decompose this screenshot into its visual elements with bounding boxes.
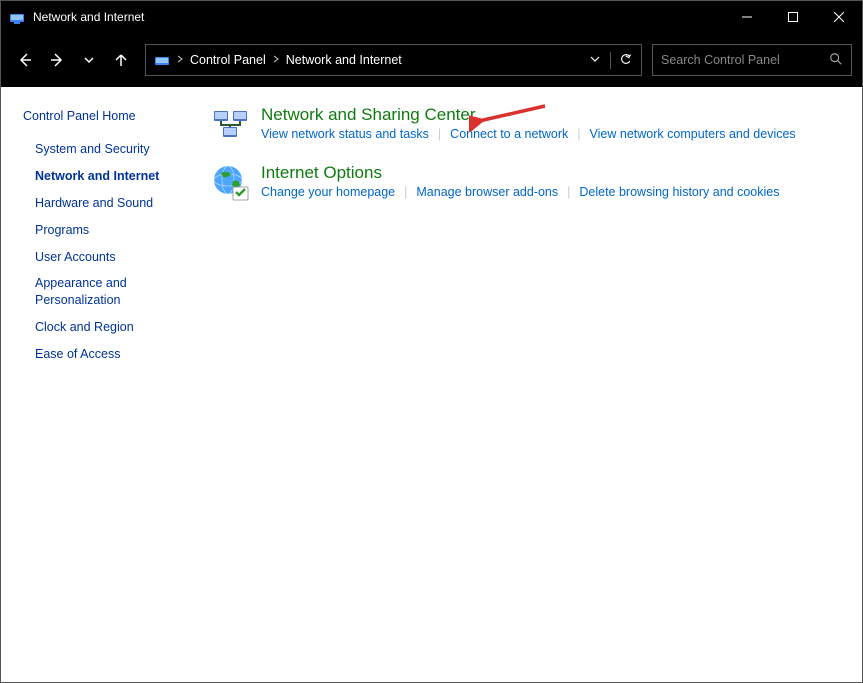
category-internet-options: Internet Options Change your homepage | … — [211, 163, 838, 203]
search-input[interactable] — [661, 53, 829, 67]
network-sharing-center-link[interactable]: Network and Sharing Center — [261, 105, 838, 125]
delete-history-link[interactable]: Delete browsing history and cookies — [579, 185, 779, 199]
sidebar-item-ease-of-access[interactable]: Ease of Access — [23, 346, 203, 363]
search-icon[interactable] — [829, 52, 843, 69]
main-panel: Network and Sharing Center View network … — [211, 87, 862, 682]
breadcrumb-current[interactable]: Network and Internet — [286, 53, 402, 67]
chevron-right-icon[interactable] — [176, 55, 184, 66]
internet-options-link[interactable]: Internet Options — [261, 163, 838, 183]
breadcrumb-root[interactable]: Control Panel — [190, 53, 266, 67]
sidebar-item-user-accounts[interactable]: User Accounts — [23, 249, 203, 266]
content-area: Control Panel Home System and Security N… — [1, 87, 862, 682]
separator: | — [438, 127, 441, 141]
sidebar-item-hardware-sound[interactable]: Hardware and Sound — [23, 195, 203, 212]
close-button[interactable] — [816, 1, 862, 33]
sidebar-item-network-internet[interactable]: Network and Internet — [23, 168, 203, 185]
forward-button[interactable] — [43, 46, 71, 74]
title-bar: Network and Internet — [1, 1, 862, 33]
category-network-sharing: Network and Sharing Center View network … — [211, 105, 838, 145]
sidebar: Control Panel Home System and Security N… — [1, 87, 211, 682]
separator: | — [567, 185, 570, 199]
sidebar-item-programs[interactable]: Programs — [23, 222, 203, 239]
manage-addons-link[interactable]: Manage browser add-ons — [416, 185, 558, 199]
sidebar-item-appearance-personalization[interactable]: Appearance and Personalization — [23, 275, 203, 309]
connect-to-network-link[interactable]: Connect to a network — [450, 127, 568, 141]
sidebar-item-clock-region[interactable]: Clock and Region — [23, 319, 203, 336]
chevron-right-icon[interactable] — [272, 55, 280, 66]
minimize-button[interactable] — [724, 1, 770, 33]
change-homepage-link[interactable]: Change your homepage — [261, 185, 395, 199]
refresh-button[interactable] — [610, 52, 633, 69]
search-bar[interactable] — [652, 44, 852, 76]
network-sharing-icon — [211, 105, 251, 145]
internet-options-icon — [211, 163, 251, 203]
app-icon — [9, 9, 25, 25]
control-panel-icon — [154, 52, 170, 68]
address-bar[interactable]: Control Panel Network and Internet — [145, 44, 642, 76]
history-dropdown-button[interactable] — [590, 53, 600, 67]
window-title: Network and Internet — [33, 10, 724, 24]
navigation-bar: Control Panel Network and Internet — [1, 33, 862, 87]
separator: | — [404, 185, 407, 199]
window-controls — [724, 1, 862, 33]
control-panel-home-link[interactable]: Control Panel Home — [23, 109, 203, 123]
maximize-button[interactable] — [770, 1, 816, 33]
back-button[interactable] — [11, 46, 39, 74]
up-button[interactable] — [107, 46, 135, 74]
separator: | — [577, 127, 580, 141]
view-network-computers-link[interactable]: View network computers and devices — [590, 127, 796, 141]
view-network-status-link[interactable]: View network status and tasks — [261, 127, 429, 141]
sidebar-item-system-security[interactable]: System and Security — [23, 141, 203, 158]
recent-locations-button[interactable] — [75, 46, 103, 74]
